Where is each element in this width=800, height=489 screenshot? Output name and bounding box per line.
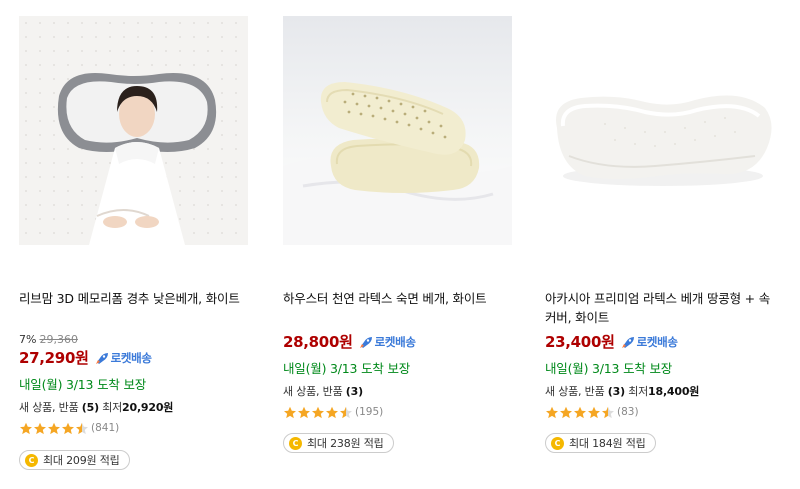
star-rating [19,421,89,435]
discount-rate: 7% [19,333,37,346]
star-rating [545,405,615,419]
star-icon [311,405,325,419]
rocket-delivery-badge: 로켓배송 [359,334,416,350]
discount-row: 7% 29,360 [19,333,78,346]
lowest-price: 18,400원 [648,385,700,398]
star-icon [601,405,615,419]
product-title[interactable]: 리브맘 3D 메모리폼 경추 낮은베개, 화이트 [19,289,254,308]
star-icon [61,421,75,435]
cashback-badge: C 최대 184원 적립 [545,433,656,453]
new-used-label: 새 상품, 반품 [19,401,79,414]
sale-price: 23,400원 [545,333,615,351]
rocket-icon [95,352,108,364]
used-offers[interactable]: 새 상품, 반품 (5) 최저20,920원 [19,399,173,415]
star-icon [339,405,353,419]
coin-icon: C [25,453,38,467]
sale-price: 27,290원 [19,349,89,367]
star-icon [297,405,311,419]
new-used-label: 새 상품, 반품 [283,385,343,398]
rocket-label: 로켓배송 [636,334,678,349]
product-card[interactable]: 아카시아 프리미엄 라텍스 베개 땅콩형 + 속커버, 화이트 23,400원 … [545,0,785,489]
rocket-label: 로켓배송 [110,350,152,365]
product-title[interactable]: 아카시아 프리미엄 라텍스 베개 땅콩형 + 속커버, 화이트 [545,289,780,327]
cashback-badge: C 최대 238원 적립 [283,433,394,453]
review-count: (195) [355,406,384,418]
used-offers[interactable]: 새 상품, 반품 (3) 최저18,400원 [545,383,699,399]
arrival-guarantee: 내일(월) 3/13 도착 보장 [283,361,411,376]
review-count: (83) [617,406,639,418]
arrival-guarantee: 내일(월) 3/13 도착 보장 [19,377,147,392]
original-price: 29,360 [39,333,78,346]
star-icon [75,421,89,435]
star-icon [283,405,297,419]
product-card[interactable]: 하우스터 천연 라텍스 숙면 베개, 화이트 28,800원 로켓배송 내일(월… [283,0,523,489]
new-used-count: (3) [345,385,363,398]
star-icon [559,405,573,419]
star-rating [283,405,353,419]
star-icon [47,421,61,435]
product-title[interactable]: 하우스터 천연 라텍스 숙면 베개, 화이트 [283,289,518,308]
lowest-label: 최저 [102,401,123,414]
cashback-label: 최대 238원 적립 [307,437,384,450]
star-icon [19,421,33,435]
star-icon [573,405,587,419]
cashback-label: 최대 184원 적립 [569,437,646,450]
star-icon [545,405,559,419]
arrival-guarantee: 내일(월) 3/13 도착 보장 [545,361,673,376]
review-count: (841) [91,422,120,434]
rating: (841) [19,421,119,435]
price-row: 23,400원 로켓배송 [545,331,678,352]
price-row: 28,800원 로켓배송 [283,331,416,352]
price-row: 27,290원 로켓배송 [19,347,152,368]
product-image[interactable] [19,16,248,245]
used-offers[interactable]: 새 상품, 반품 (3) [283,383,363,399]
product-image[interactable] [283,16,512,245]
cashback-label: 최대 209원 적립 [43,454,120,467]
product-image[interactable] [545,16,780,245]
new-used-count: (3) [607,385,625,398]
sale-price: 28,800원 [283,333,353,351]
star-icon [587,405,601,419]
cashback-badge: C 최대 209원 적립 [19,450,130,470]
new-used-count: (5) [81,401,99,414]
rocket-icon [621,336,634,348]
coin-icon: C [289,436,302,450]
lowest-price: 20,920원 [122,401,174,414]
rocket-delivery-badge: 로켓배송 [95,350,152,366]
star-icon [325,405,339,419]
star-icon [33,421,47,435]
rocket-delivery-badge: 로켓배송 [621,334,678,350]
new-used-label: 새 상품, 반품 [545,385,605,398]
rating: (83) [545,405,639,419]
product-card[interactable]: 리브맘 3D 메모리폼 경추 낮은베개, 화이트 7% 29,360 27,290… [19,0,259,489]
lowest-label: 최저 [628,385,649,398]
rocket-label: 로켓배송 [374,334,416,349]
rocket-icon [359,336,372,348]
coin-icon: C [551,436,564,450]
rating: (195) [283,405,383,419]
